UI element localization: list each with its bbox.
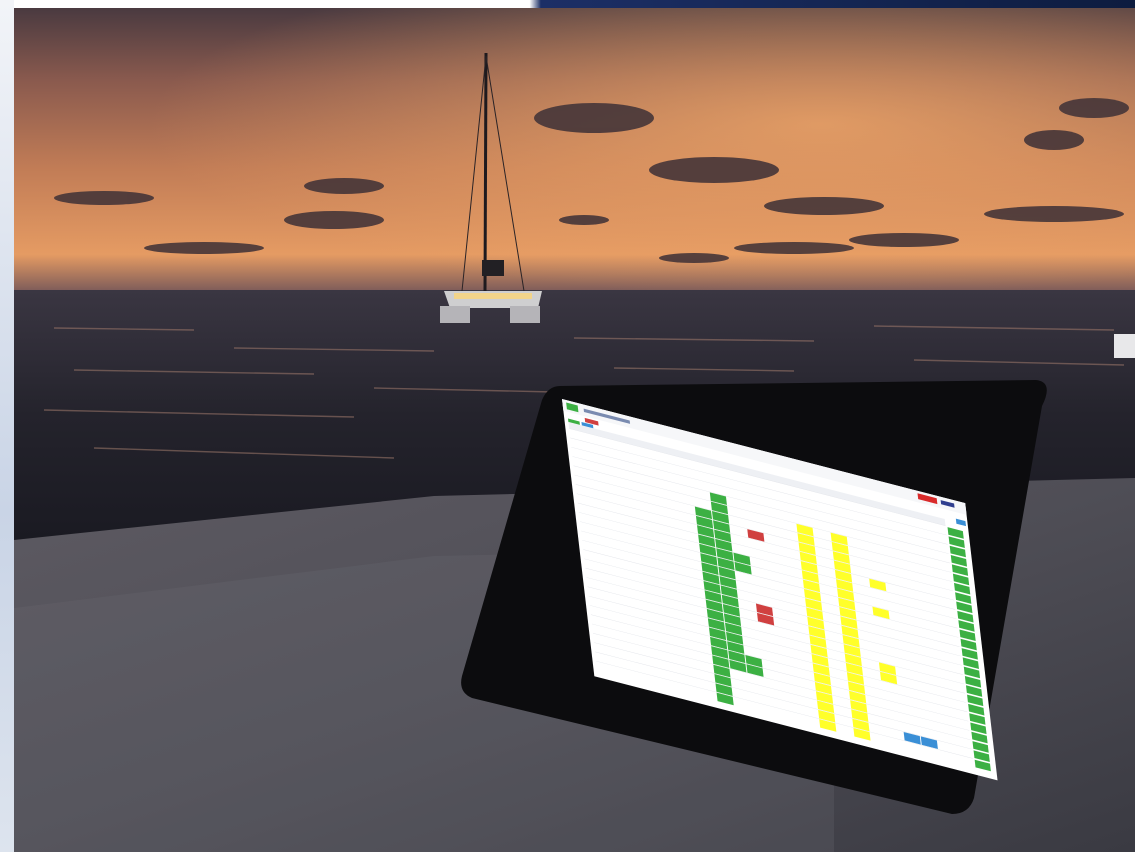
deck-rail [1114, 334, 1135, 358]
sunset-photo [14, 8, 1135, 852]
sky-glow [14, 8, 1135, 298]
page-frame-top [14, 0, 1135, 8]
page-frame-left [0, 0, 14, 852]
